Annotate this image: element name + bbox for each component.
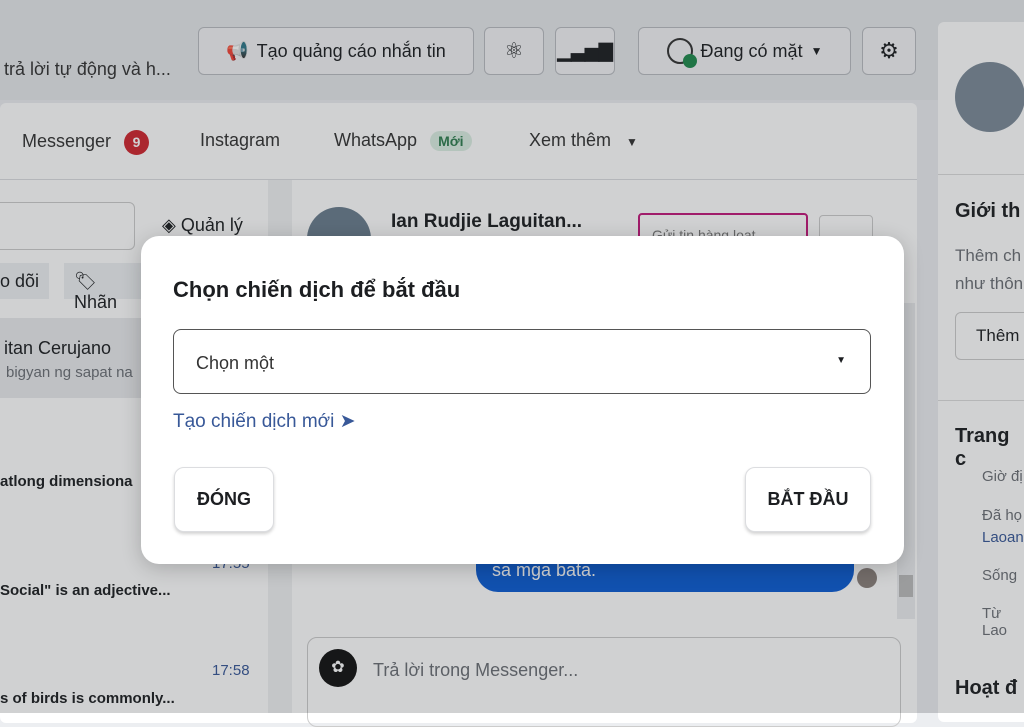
campaign-select[interactable]: Chọn một ▼ [173, 329, 871, 394]
campaign-modal: Chọn chiến dịch để bắt đầu Chọn một ▼ Tạ… [141, 236, 904, 564]
caret-down-icon: ▼ [836, 355, 846, 366]
modal-title: Chọn chiến dịch để bắt đầu [173, 277, 461, 302]
close-button[interactable]: ĐÓNG [174, 467, 274, 532]
create-campaign-link[interactable]: Tạo chiến dịch mới ➤ [173, 410, 356, 433]
start-button[interactable]: BẮT ĐẦU [745, 467, 871, 532]
